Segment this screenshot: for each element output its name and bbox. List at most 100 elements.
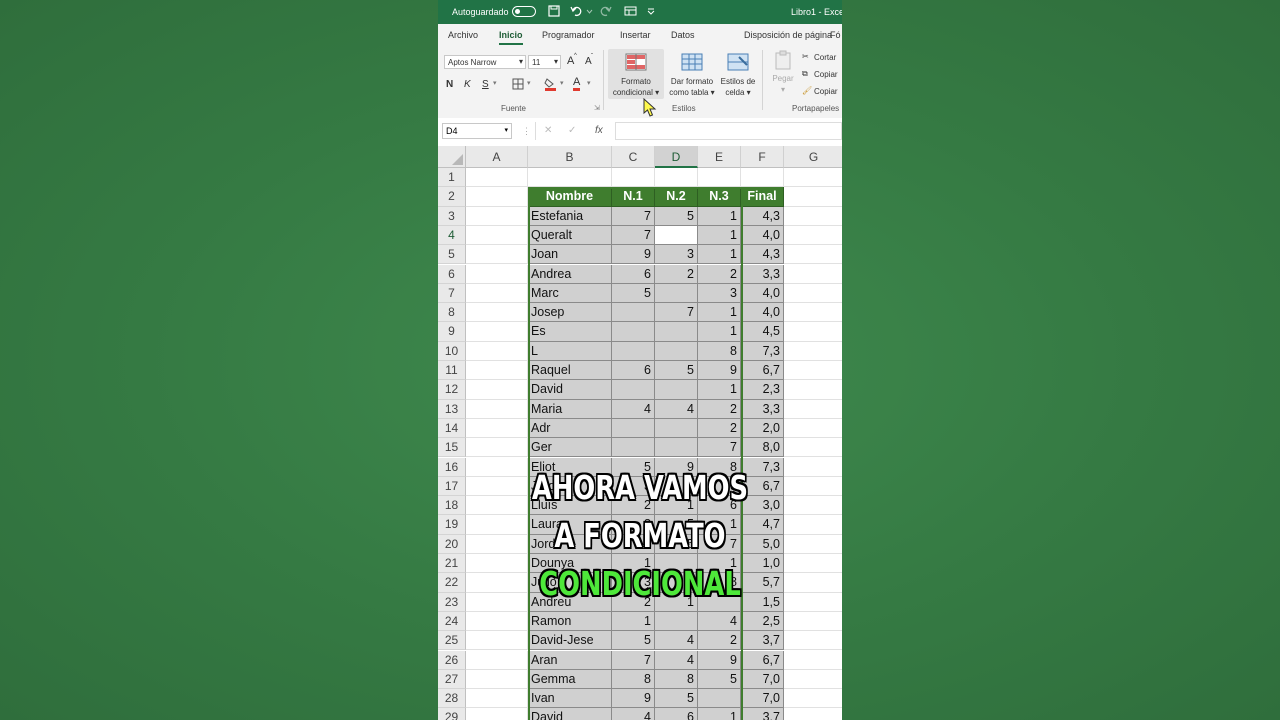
- italic-button[interactable]: K: [464, 79, 471, 90]
- table-cell-n1[interactable]: 1: [612, 611, 655, 632]
- table-cell-n2[interactable]: [655, 341, 698, 361]
- column-header-a[interactable]: A: [466, 146, 528, 168]
- table-cell-n1[interactable]: 2: [612, 592, 655, 612]
- cell[interactable]: [784, 303, 842, 323]
- table-cell-n3[interactable]: 6: [698, 496, 741, 516]
- table-cell-n2[interactable]: [655, 611, 698, 632]
- table-cell-n1[interactable]: 4: [612, 399, 655, 419]
- table-cell-final[interactable]: 3,0: [741, 496, 784, 516]
- table-cell-n2[interactable]: [655, 438, 698, 458]
- table-cell-n1[interactable]: 3: [612, 573, 655, 593]
- table-cell-n3[interactable]: 1: [698, 380, 741, 400]
- table-cell-name[interactable]: Julio: [528, 573, 612, 593]
- table-cell-n1[interactable]: 7: [612, 206, 655, 226]
- row-header-17[interactable]: 17: [438, 476, 466, 497]
- table-cell-name[interactable]: Maria: [528, 399, 612, 419]
- cell[interactable]: [698, 168, 741, 188]
- cell[interactable]: [784, 400, 842, 419]
- selected-cell[interactable]: [655, 225, 698, 246]
- cell[interactable]: [784, 631, 842, 651]
- table-cell-n2[interactable]: 5: [655, 206, 698, 226]
- cell[interactable]: [784, 651, 842, 670]
- cell[interactable]: [784, 226, 842, 246]
- column-header-f[interactable]: F: [741, 146, 784, 168]
- table-cell-final[interactable]: 5,0: [741, 534, 784, 554]
- table-cell-final[interactable]: 3,7: [741, 631, 784, 651]
- cell[interactable]: [784, 342, 842, 361]
- row-header-3[interactable]: 3: [438, 206, 466, 226]
- table-cell-name[interactable]: Jordi: [528, 534, 612, 554]
- fill-color-icon[interactable]: [544, 77, 557, 93]
- tab-archivo[interactable]: Archivo: [448, 30, 478, 40]
- table-cell-n3[interactable]: 2: [698, 631, 741, 651]
- cell[interactable]: [466, 283, 528, 304]
- row-header-9[interactable]: 9: [438, 322, 466, 342]
- conditional-formatting-button[interactable]: Formato condicional ▾: [608, 49, 664, 99]
- table-cell-n2[interactable]: 9: [655, 476, 698, 497]
- table-cell-n2[interactable]: 5: [655, 361, 698, 381]
- table-cell-n3[interactable]: 7: [698, 534, 741, 554]
- table-cell-n3[interactable]: 2: [698, 418, 741, 439]
- cell[interactable]: [784, 361, 842, 381]
- autosave-toggle[interactable]: [512, 6, 536, 17]
- table-cell-name[interactable]: Gemma: [528, 669, 612, 690]
- tab-formulas[interactable]: Fó: [830, 30, 841, 40]
- table-cell-name[interactable]: Raquel: [528, 361, 612, 381]
- tab-programador[interactable]: Programador: [542, 30, 595, 40]
- table-cell-n1[interactable]: [612, 438, 655, 458]
- cell[interactable]: [612, 168, 655, 188]
- cell[interactable]: [466, 592, 528, 612]
- table-cell-final[interactable]: 4,3: [741, 206, 784, 226]
- chevron-down-icon[interactable]: ▾: [493, 79, 497, 87]
- table-cell-name[interactable]: Jordi: [528, 476, 612, 497]
- column-header-c[interactable]: C: [612, 146, 655, 168]
- table-cell-final[interactable]: 3,7: [741, 708, 784, 720]
- cell[interactable]: [528, 168, 612, 188]
- cell[interactable]: [466, 264, 528, 284]
- table-cell-name[interactable]: Lluís: [528, 496, 612, 516]
- table-cell-n2[interactable]: 2: [655, 264, 698, 284]
- table-cell-n3[interactable]: 1: [698, 245, 741, 265]
- table-cell-n3[interactable]: [698, 592, 741, 612]
- insert-function-button[interactable]: fx: [595, 125, 603, 136]
- table-cell-n2[interactable]: 4: [655, 399, 698, 419]
- cell[interactable]: [466, 322, 528, 342]
- table-cell-n1[interactable]: 7: [612, 225, 655, 246]
- tab-inicio[interactable]: Inicio: [499, 30, 523, 40]
- cell[interactable]: [784, 612, 842, 632]
- row-header-20[interactable]: 20: [438, 534, 466, 554]
- table-cell-n2[interactable]: 7: [655, 303, 698, 323]
- name-box[interactable]: D4 ▾: [442, 123, 512, 139]
- table-cell-final[interactable]: 2,0: [741, 418, 784, 439]
- table-cell-n3[interactable]: 1: [698, 303, 741, 323]
- chevron-down-icon[interactable]: ▾: [560, 79, 564, 87]
- table-cell-final[interactable]: 6,7: [741, 650, 784, 670]
- table-cell-name[interactable]: Laura: [528, 515, 612, 535]
- table-cell-final[interactable]: 2,5: [741, 611, 784, 632]
- table-cell-final[interactable]: 3,3: [741, 399, 784, 419]
- cell[interactable]: [466, 708, 528, 720]
- table-cell-n3[interactable]: 8: [698, 341, 741, 361]
- table-cell-n2[interactable]: 4: [655, 631, 698, 651]
- table-cell-n3[interactable]: 9: [698, 361, 741, 381]
- cell[interactable]: [784, 265, 842, 284]
- table-cell-name[interactable]: Josep: [528, 303, 612, 323]
- row-header-28[interactable]: 28: [438, 689, 466, 709]
- table-cell-name[interactable]: Ramon: [528, 611, 612, 632]
- formula-input[interactable]: [615, 122, 842, 140]
- column-header-b[interactable]: B: [528, 146, 612, 168]
- cell[interactable]: [466, 438, 528, 458]
- row-header-24[interactable]: 24: [438, 611, 466, 632]
- cell[interactable]: [466, 573, 528, 593]
- table-cell-n2[interactable]: [655, 554, 698, 574]
- table-cell-final[interactable]: 4,3: [741, 245, 784, 265]
- scissors-icon[interactable]: ✂: [802, 52, 809, 61]
- table-cell-n1[interactable]: [612, 341, 655, 361]
- table-cell-n2[interactable]: 6: [655, 573, 698, 593]
- cell[interactable]: [784, 168, 842, 188]
- table-cell-name[interactable]: David: [528, 380, 612, 400]
- row-header-11[interactable]: 11: [438, 361, 466, 381]
- cell[interactable]: [784, 458, 842, 477]
- format-painter-button[interactable]: Copiar: [814, 87, 838, 96]
- cell[interactable]: [466, 476, 528, 497]
